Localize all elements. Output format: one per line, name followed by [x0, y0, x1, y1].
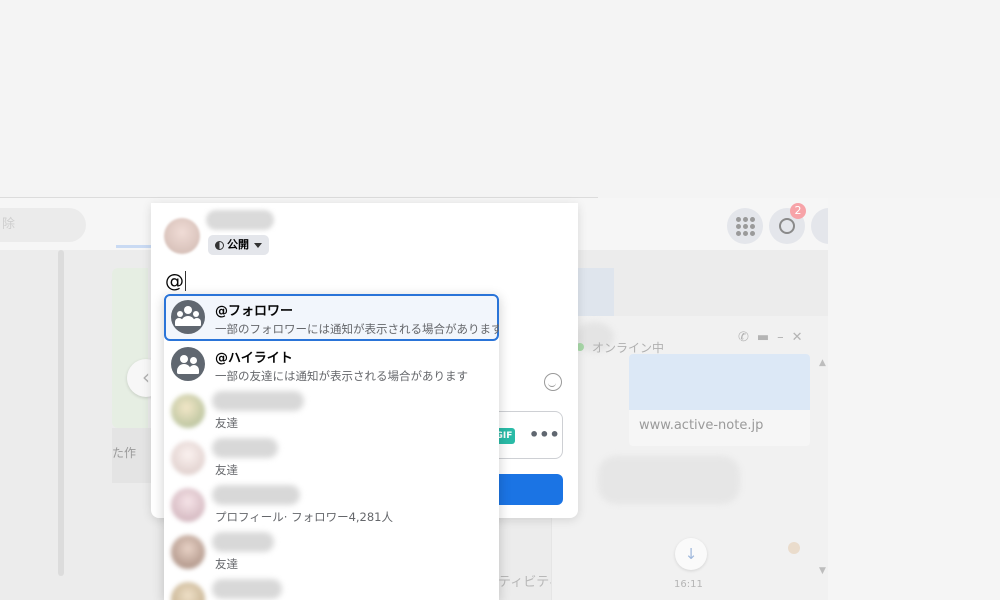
mention-option-partial[interactable]	[164, 576, 499, 600]
chat-window: オンライン中 ✆▬–✕ www.active-note.jp ▲ ▼ ↓ 16:…	[551, 316, 828, 600]
mention-subtitle: 友達	[215, 463, 238, 477]
active-tab-indicator	[116, 245, 152, 248]
post-button[interactable]	[496, 474, 563, 505]
link-preview-image	[629, 354, 810, 410]
story-card[interactable]	[112, 268, 148, 428]
post-text-input[interactable]: @	[165, 270, 186, 292]
blurred-name	[212, 438, 278, 458]
menu-grid-icon[interactable]	[727, 208, 763, 244]
scroll-down-icon[interactable]: ▼	[819, 566, 826, 576]
left-scrollbar[interactable]	[58, 250, 64, 576]
mention-suggestions: @フォロワー 一部のフォロワーには通知が表示される場合があります @ハイライト …	[164, 294, 499, 600]
mention-title: @ハイライト	[215, 351, 293, 366]
audience-label: 公開	[227, 238, 249, 251]
story-label: た作	[112, 446, 137, 460]
friends-group-icon	[171, 347, 205, 381]
author-name	[206, 210, 274, 230]
mention-option-friend[interactable]: 友達	[164, 388, 499, 435]
chat-controls[interactable]: ✆▬–✕	[738, 330, 811, 345]
mention-option-profile[interactable]: プロフィール· フォロワー4,281人	[164, 482, 499, 529]
account-icon[interactable]	[811, 208, 828, 244]
mention-title: @フォロワー	[215, 304, 294, 319]
mention-option-friend[interactable]: 友達	[164, 529, 499, 576]
mention-option-highlights[interactable]: @ハイライト 一部の友達には通知が表示される場合があります	[164, 341, 499, 388]
audience-selector-button[interactable]: 公開	[208, 235, 269, 255]
author-avatar	[164, 218, 200, 254]
arrow-down-icon[interactable]: ↓	[675, 538, 707, 570]
search-input[interactable]: 除	[0, 208, 86, 242]
avatar	[171, 535, 205, 569]
messenger-badge: 2	[790, 203, 806, 219]
mention-subtitle: プロフィール· フォロワー4,281人	[215, 510, 394, 524]
chat-timestamp: 16:11	[674, 579, 703, 590]
blurred-name	[212, 579, 282, 599]
avatar	[171, 441, 205, 475]
mention-subtitle: 一部のフォロワーには通知が表示される場合があります	[215, 322, 499, 336]
globe-icon	[215, 240, 224, 250]
blurred-name	[212, 485, 300, 505]
avatar	[171, 394, 205, 428]
followers-group-icon	[171, 300, 205, 334]
blank-area	[0, 0, 1000, 198]
mention-subtitle: 一部の友達には通知が表示される場合があります	[215, 369, 468, 383]
caret-down-icon	[254, 242, 262, 248]
add-to-post-row: GIF •••	[493, 411, 563, 459]
mention-option-followers[interactable]: @フォロワー 一部のフォロワーには通知が表示される場合があります	[164, 294, 499, 341]
scroll-up-icon[interactable]: ▲	[819, 358, 826, 368]
avatar	[171, 582, 205, 600]
mention-option-friend[interactable]: 友達	[164, 435, 499, 482]
link-preview-card[interactable]: www.active-note.jp	[629, 354, 810, 446]
more-icon[interactable]: •••	[529, 425, 560, 444]
read-receipt-avatar	[788, 542, 800, 554]
emoji-icon[interactable]	[544, 373, 562, 391]
mention-subtitle: 友達	[215, 416, 238, 430]
avatar	[171, 488, 205, 522]
chat-message-bubble	[598, 456, 740, 504]
mention-subtitle: 友達	[215, 557, 238, 571]
blurred-name	[212, 532, 274, 552]
blurred-name	[212, 391, 304, 411]
link-preview-url: www.active-note.jp	[639, 418, 764, 433]
